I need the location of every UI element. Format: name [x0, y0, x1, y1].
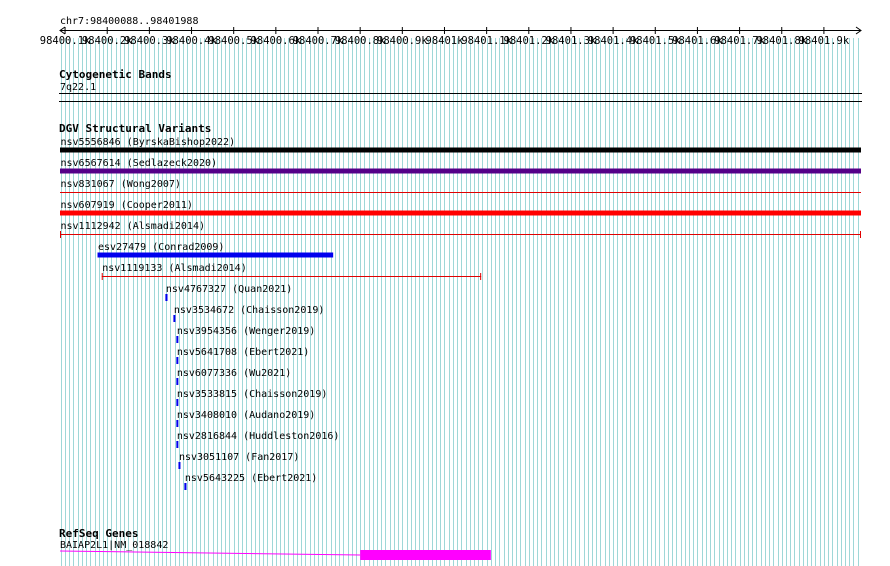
dgv-feature-label: nsv1119133 (Alsmadi2014): [102, 263, 247, 274]
dgv-feature-sv12[interactable]: nsv6077336 (Wu2021): [176, 368, 291, 385]
dgv-feature-label: nsv831067 (Wong2007): [61, 179, 181, 190]
refseq-track-title: RefSeq Genes: [59, 527, 138, 540]
dgv-feature-bar[interactable]: [60, 168, 861, 174]
dgv-feature-label: nsv3954356 (Wenger2019): [177, 326, 315, 337]
dgv-feature-label: nsv6567614 (Sedlazeck2020): [61, 158, 218, 169]
dgv-feature-label: nsv3051107 (Fan2017): [179, 452, 299, 463]
dgv-feature-label: nsv5641708 (Ebert2021): [177, 347, 309, 358]
dgv-feature-label: esv27479 (Conrad2009): [98, 242, 224, 253]
dgv-feature-label: nsv5643225 (Ebert2021): [185, 473, 317, 484]
dgv-feature-sv10[interactable]: nsv3954356 (Wenger2019): [176, 326, 315, 343]
dgv-feature-label: nsv5556846 (ByrskaBishop2022): [61, 137, 236, 148]
dgv-feature-sv8[interactable]: nsv4767327 (Quan2021): [165, 284, 292, 301]
dgv-feature-bar[interactable]: [176, 399, 179, 406]
dgv-feature-label: nsv3534672 (Chaisson2019): [174, 305, 325, 316]
cytoband-track-title: Cytogenetic Bands: [59, 68, 172, 81]
dgv-feature-label: nsv2816844 (Huddleston2016): [177, 431, 340, 442]
dgv-feature-bar[interactable]: [176, 336, 179, 343]
genome-browser-canvas[interactable]: chr7:98400088..98401988 98400.1k98400.2k…: [0, 0, 890, 566]
dgv-feature-sv14[interactable]: nsv3408010 (Audano2019): [176, 410, 315, 427]
dgv-feature-bar[interactable]: [178, 462, 181, 469]
dgv-feature-label: nsv1112942 (Alsmadi2014): [61, 221, 206, 232]
gene-intron-line[interactable]: [59, 550, 361, 556]
dgv-feature-bar[interactable]: [165, 294, 168, 301]
dgv-feature-bar[interactable]: [97, 252, 334, 258]
dgv-feature-label: nsv6077336 (Wu2021): [177, 368, 291, 379]
dgv-feature-bar[interactable]: [176, 420, 179, 427]
background-grid: [61, 38, 859, 566]
cytoband-label[interactable]: 7q22.1: [60, 82, 96, 93]
dgv-feature-bar[interactable]: [173, 315, 176, 322]
dgv-feature-bar[interactable]: [60, 147, 861, 153]
dgv-feature-bar[interactable]: [176, 441, 179, 448]
dgv-feature-label: nsv3408010 (Audano2019): [177, 410, 315, 421]
ruler-tick-label: 98401k: [426, 35, 465, 47]
dgv-feature-label: nsv3533815 (Chaisson2019): [177, 389, 328, 400]
dgv-track-title: DGV Structural Variants: [59, 122, 211, 135]
ruler-tick-label: 98400.9k: [377, 35, 428, 47]
gene-label[interactable]: BAIAP2L1|NM_018842: [60, 540, 168, 551]
dgv-feature-bar[interactable]: [176, 357, 179, 364]
gene-exon[interactable]: [360, 550, 491, 560]
dgv-feature-label: nsv607919 (Cooper2011): [61, 200, 193, 211]
refseq-track: RefSeq Genes BAIAP2L1|NM_018842: [59, 527, 491, 560]
dgv-feature-bar[interactable]: [60, 210, 861, 216]
position-ruler[interactable]: 98400.1k98400.2k98400.3k98400.4k98400.5k…: [40, 26, 862, 47]
dgv-feature-bar[interactable]: [184, 483, 187, 490]
region-label: chr7:98400088..98401988: [60, 16, 198, 27]
dgv-feature-bar[interactable]: [176, 378, 179, 385]
ruler-tick-label: 98401.9k: [799, 35, 850, 47]
dgv-feature-label: nsv4767327 (Quan2021): [166, 284, 292, 295]
